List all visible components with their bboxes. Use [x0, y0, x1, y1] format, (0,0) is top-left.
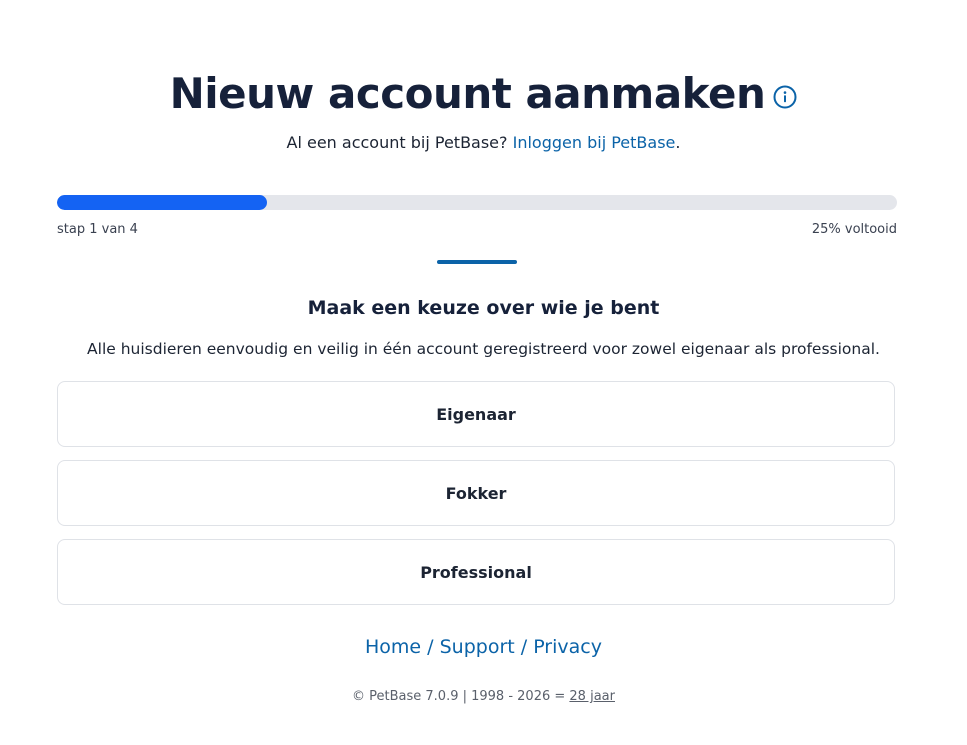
page-title: Nieuw account aanmaken — [169, 69, 766, 118]
footer-links: Home / Support / Privacy — [0, 634, 967, 660]
copyright-text: © PetBase 7.0.9 | 1998 - 2026 = — [352, 689, 566, 704]
choice-fokker-button[interactable]: Fokker — [57, 460, 895, 526]
footer-link-privacy[interactable]: Privacy — [533, 636, 602, 658]
footer-link-support[interactable]: Support — [440, 636, 515, 658]
section-divider — [437, 260, 517, 264]
title-row: Nieuw account aanmaken — [0, 66, 967, 122]
progress-fill — [57, 195, 267, 210]
subtitle-text: Al een account bij PetBase? — [286, 133, 508, 152]
footer-separator: / — [421, 636, 440, 658]
progress-percent: 25% voltooid — [811, 222, 897, 237]
choice-professional-button[interactable]: Professional — [57, 539, 895, 605]
choice-eigenaar-button[interactable]: Eigenaar — [57, 381, 895, 447]
signup-page: Nieuw account aanmaken Al een account bi… — [0, 0, 967, 745]
info-icon[interactable] — [773, 85, 797, 109]
subtitle: Al een account bij PetBase? Inloggen bij… — [0, 132, 967, 154]
login-link[interactable]: Inloggen bij PetBase — [513, 133, 676, 152]
footer-link-home[interactable]: Home — [365, 636, 421, 658]
progress-bar — [57, 195, 897, 210]
years-text: 28 jaar — [569, 689, 615, 704]
section-heading: Maak een keuze over wie je bent — [307, 297, 660, 319]
subtitle-suffix: . — [675, 133, 681, 152]
section-description: Alle huisdieren eenvoudig en veilig in é… — [87, 340, 880, 358]
copyright: © PetBase 7.0.9 | 1998 - 2026 = 28 jaar — [0, 688, 967, 706]
footer-separator: / — [514, 636, 534, 658]
step-indicator: stap 1 van 4 — [57, 222, 138, 237]
